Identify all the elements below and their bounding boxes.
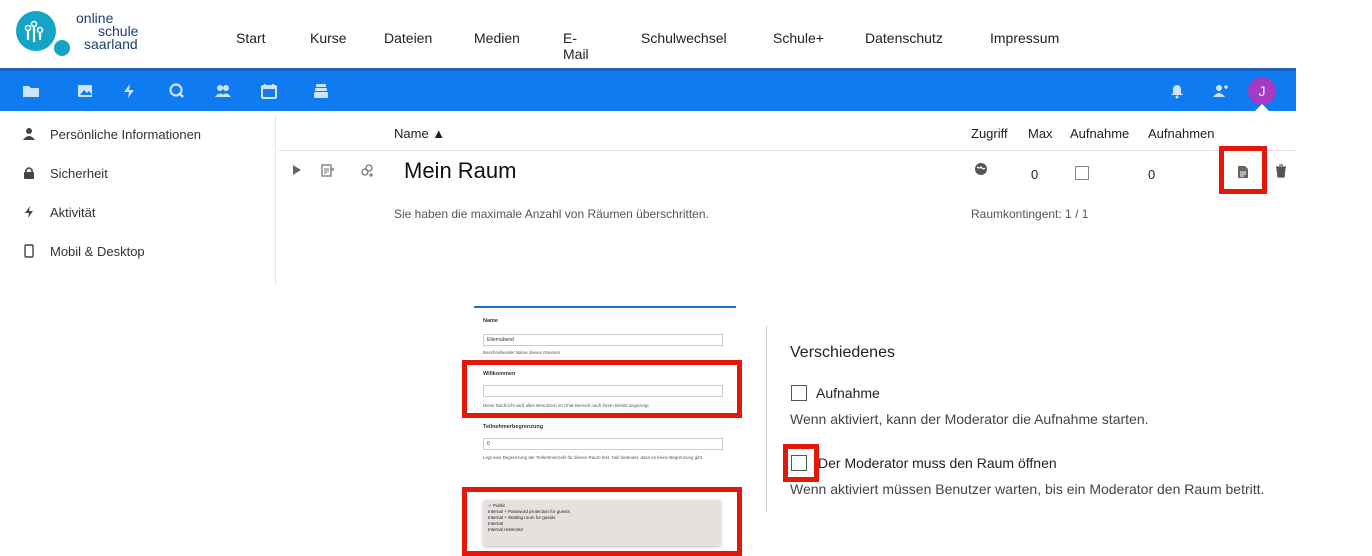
search-icon[interactable]: [168, 82, 186, 100]
table-divider: [278, 150, 1296, 151]
room-quota: Raumkontingent: 1 / 1: [971, 207, 1089, 221]
folder-icon[interactable]: [22, 82, 40, 100]
sidebar-item-label: Mobil & Desktop: [50, 243, 145, 259]
avatar-menu-caret: [1254, 104, 1270, 112]
settings-sidebar: Persönliche Informationen Sicherheit Akt…: [0, 114, 276, 286]
highlight-box-welcome: [462, 360, 742, 418]
room-name[interactable]: Mein Raum: [404, 158, 516, 184]
form-limit-help: Legt eine Begrenzung der Teilnehmerzahl …: [483, 455, 704, 460]
expand-icon[interactable]: [290, 163, 304, 177]
form-limit-input[interactable]: 0: [483, 438, 723, 450]
column-header-recordings: Aufnahmen: [1148, 126, 1215, 141]
calendar-icon[interactable]: [260, 82, 278, 100]
sidebar-item-label: Sicherheit: [50, 165, 108, 181]
nav-schulwechsel[interactable]: Schulwechsel: [641, 30, 727, 46]
contacts-icon[interactable]: [214, 82, 232, 100]
highlight-box-moderator: [783, 444, 819, 482]
nav-datenschutz[interactable]: Datenschutz: [865, 30, 943, 46]
nav-impressum[interactable]: Impressum: [990, 30, 1059, 46]
sidebar-item-mobile-desktop[interactable]: Mobil & Desktop: [22, 241, 145, 261]
nav-kurse[interactable]: Kurse: [310, 30, 347, 46]
activity-icon[interactable]: [120, 82, 138, 100]
image-icon[interactable]: [76, 82, 94, 100]
nav-medien[interactable]: Medien: [474, 30, 520, 46]
logo-icon: [16, 11, 70, 56]
site-logo[interactable]: online schule saarland: [14, 6, 174, 56]
record-option-description: Wenn aktiviert, kann der Moderator die A…: [790, 411, 1149, 427]
room-recordings: 0: [1148, 167, 1156, 182]
contacts-menu-icon[interactable]: [1211, 82, 1229, 100]
sidebar-item-personal-info[interactable]: Persönliche Informationen: [22, 124, 201, 144]
clipboard-icon[interactable]: [320, 163, 334, 177]
sidebar-item-label: Aktivität: [50, 204, 96, 220]
room-limit-message: Sie haben die maximale Anzahl von Räumen…: [394, 207, 709, 221]
panel-divider: [766, 326, 767, 512]
record-option-checkbox[interactable]: [791, 385, 807, 401]
room-max: 0: [1031, 167, 1039, 182]
nav-email[interactable]: E-Mail: [563, 30, 589, 62]
column-header-record: Aufnahme: [1070, 126, 1130, 141]
record-checkbox[interactable]: [1075, 166, 1089, 180]
notifications-icon[interactable]: [1168, 82, 1186, 100]
logo-line-3: saarland: [84, 36, 138, 52]
form-name-help: Beschreibender Name dieses Raumes: [483, 350, 561, 355]
site-header: online schule saarland Start Kurse Datei…: [0, 0, 1372, 68]
app-bar: J: [0, 68, 1296, 112]
nav-schule-plus[interactable]: Schule+: [773, 30, 824, 46]
logo-text: online schule saarland: [76, 11, 138, 52]
activity-icon: [25, 206, 33, 218]
column-header-max: Max: [1028, 126, 1053, 141]
form-name-input[interactable]: Elternabend: [483, 334, 723, 346]
deck-icon[interactable]: [312, 82, 330, 100]
globe-icon[interactable]: [974, 162, 988, 176]
highlight-box-access: [462, 487, 742, 556]
delete-icon[interactable]: [1274, 164, 1288, 178]
column-header-access: Zugriff: [971, 126, 1008, 141]
moderator-option-label[interactable]: Der Moderator muss den Raum öffnen: [818, 455, 1057, 471]
nav-start[interactable]: Start: [236, 30, 266, 46]
nav-dateien[interactable]: Dateien: [384, 30, 432, 46]
sidebar-item-label: Persönliche Informationen: [50, 126, 202, 142]
link-add-icon[interactable]: [360, 163, 374, 177]
lock-icon: [24, 167, 34, 179]
record-option-label[interactable]: Aufnahme: [816, 385, 880, 401]
column-header-name[interactable]: Name ▲: [394, 126, 445, 141]
misc-section-title: Verschiedenes: [790, 344, 895, 361]
room-settings-icon[interactable]: [1236, 165, 1250, 179]
sidebar-item-security[interactable]: Sicherheit: [22, 163, 108, 183]
sidebar-item-activity[interactable]: Aktivität: [22, 202, 96, 222]
user-avatar[interactable]: J: [1248, 77, 1276, 105]
form-name-label: Name: [483, 318, 498, 324]
moderator-option-description: Wenn aktiviert müssen Benutzer warten, b…: [790, 481, 1265, 497]
user-icon: [23, 128, 35, 140]
phone-icon: [24, 244, 34, 258]
form-limit-label: Teilnehmerbegrenzung: [483, 424, 544, 430]
